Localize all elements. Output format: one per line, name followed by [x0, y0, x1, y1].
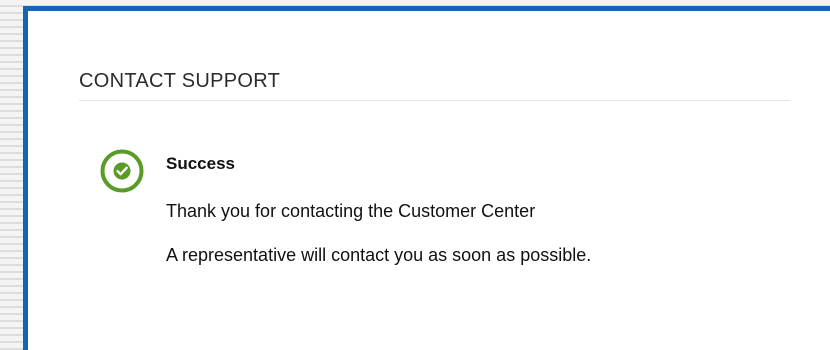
check-circle-icon — [100, 149, 144, 193]
success-heading: Success — [166, 154, 235, 173]
title-divider — [79, 100, 790, 101]
follow-up-message: A representative will contact you as soo… — [166, 245, 592, 265]
contact-support-dialog: CONTACT SUPPORT Success Thank you for co… — [23, 6, 830, 350]
thank-you-message: Thank you for contacting the Customer Ce… — [166, 201, 536, 221]
dialog-title: CONTACT SUPPORT — [79, 70, 281, 92]
